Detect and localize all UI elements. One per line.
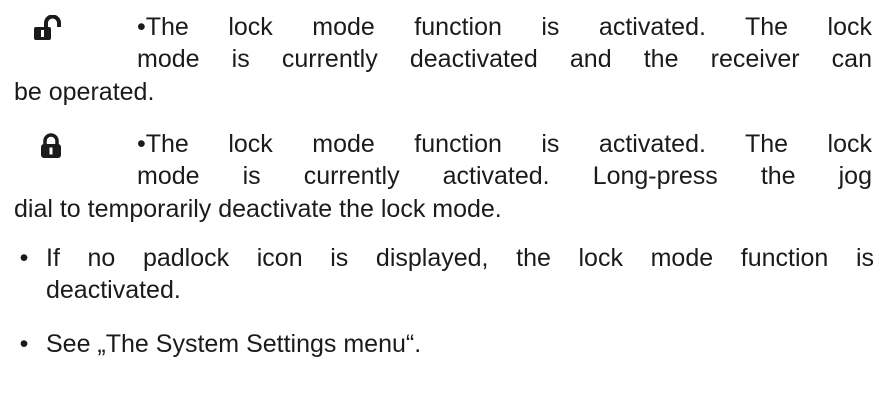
locked-text-line-3: dial to temporarily deactivate the lock … (14, 195, 502, 223)
locked-line-1: •The lock mode function is activated. Th… (14, 127, 872, 160)
note-list: • If no padlock icon is displayed, the l… (14, 242, 874, 361)
bullet-marker: • (19, 330, 29, 358)
bullet-marker: • (19, 244, 29, 272)
padlock-open-icon-graphic (34, 14, 61, 40)
unlocked-line-1: •The lock mode function is activated. Th… (14, 10, 872, 43)
list-item-line-1: See „The System Settings menu“. (46, 330, 422, 358)
unlocked-text-line-1: •The lock mode function is activated. Th… (137, 12, 872, 41)
list-item: • See „The System Settings menu“. (14, 328, 874, 361)
locked-text-line-1: •The lock mode function is activated. Th… (137, 129, 872, 158)
list-item-line-1: If no padlock icon is displayed, the loc… (46, 244, 874, 272)
padlock-closed-icon (14, 128, 137, 160)
list-item: • If no padlock icon is displayed, the l… (14, 242, 874, 307)
padlock-open-icon (14, 11, 137, 43)
unlocked-text-line-3: be operated. (14, 78, 155, 106)
unlocked-text-line-2: mode is currently deactivated and the re… (137, 45, 872, 73)
locked-text-line-2: mode is currently activated. Long-press … (137, 162, 872, 190)
unlocked-status-paragraph: •The lock mode function is activated. Th… (14, 10, 872, 109)
locked-status-paragraph: •The lock mode function is activated. Th… (14, 127, 872, 226)
manual-page: •The lock mode function is activated. Th… (0, 0, 886, 396)
padlock-closed-icon-graphic (41, 132, 61, 158)
list-item-line-2: deactivated. (46, 276, 181, 304)
